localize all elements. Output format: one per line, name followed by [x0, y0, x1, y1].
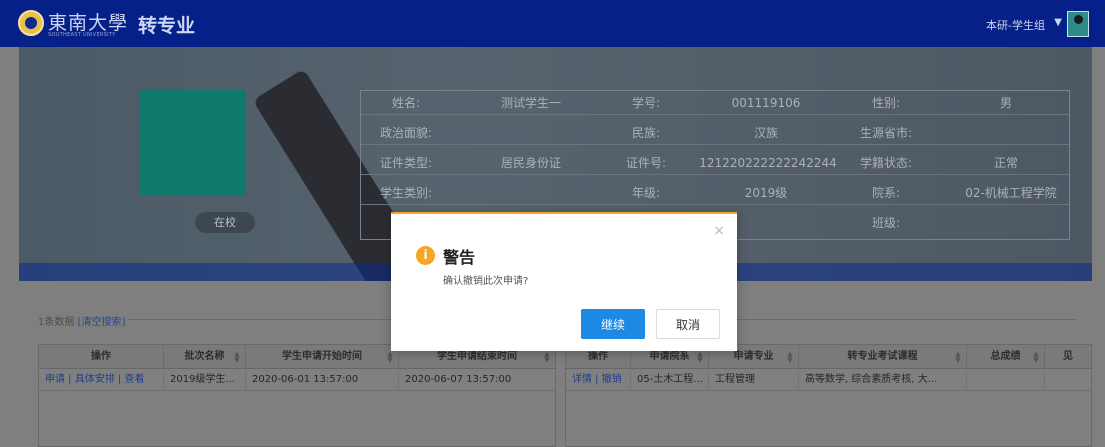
column-label: 学生申请结束时间	[437, 351, 517, 362]
value-name: 测试学生一	[500, 96, 561, 110]
label-ethnicity: 民族:	[631, 126, 661, 140]
label-name: 姓名:	[391, 96, 421, 110]
cell-batch: 2019级学生...	[164, 370, 246, 390]
column-label: 转专业考试课程	[847, 351, 918, 362]
cell-major: 工程管理	[709, 370, 799, 390]
row-divider	[566, 390, 1091, 391]
sort-icon[interactable]: ▲ ▼	[1033, 351, 1039, 364]
column-header-batch[interactable]: 批次名称 ▲ ▼	[164, 345, 246, 369]
row-actions[interactable]: 申请 | 具体安排 | 查看	[39, 370, 164, 390]
cell-courses: 高等数学, 综合素质考核, 大...	[799, 370, 967, 390]
column-header-start-time[interactable]: 学生申请开始时间 ▲ ▼	[246, 345, 399, 369]
label-origin: 生源省市:	[859, 126, 913, 140]
label-id-type: 证件类型:	[379, 156, 433, 170]
label-id-no: 证件号:	[625, 156, 667, 170]
info-row: 证件类型: 居民身份证 证件号: 121220222222242244 学籍状态…	[361, 151, 1069, 175]
cell-start-time: 2020-06-01 13:57:00	[246, 370, 399, 390]
column-label: 总成绩	[990, 351, 1021, 362]
value-enroll-status: 正常	[993, 156, 1018, 170]
value-origin	[951, 121, 1061, 145]
app-title: 转专业	[138, 15, 196, 37]
column-label: 申请院系	[649, 351, 690, 362]
column-header-score[interactable]: 总成绩 ▲ ▼	[967, 345, 1045, 369]
column-label: 批次名称	[184, 351, 225, 362]
label-enroll-status: 学籍状态:	[859, 156, 913, 170]
user-role-dropdown[interactable]: 本研-学生组	[986, 17, 1045, 33]
student-photo	[140, 90, 246, 196]
info-row: 学生类别: 年级: 2019级 院系: 02-机械工程学院	[361, 181, 1069, 205]
dialog-message: 确认撤销此次申请?	[443, 276, 529, 287]
value-student-type	[471, 181, 591, 205]
cell-score	[967, 370, 1045, 390]
batch-table: 操作 批次名称 ▲ ▼ 学生申请开始时间 ▲ ▼ 学生申请结束时间 ▲ ▼ 申请 | 具体安…	[38, 344, 556, 447]
caret-down-icon[interactable]: ▼	[1054, 17, 1062, 28]
value-department: 02-机械工程学院	[965, 186, 1057, 200]
label-department: 院系:	[871, 186, 901, 200]
close-icon[interactable]: ×	[713, 223, 725, 239]
dialog-title: 警告	[443, 248, 476, 267]
value-student-no: 001119106	[731, 96, 801, 110]
label-politics: 政治面貌:	[379, 126, 433, 140]
cell-dept: 05-土木工程...	[631, 370, 709, 390]
value-grade: 2019级	[744, 186, 788, 200]
application-table: 操作 申请院系 ▲ ▼ 申请专业 ▲ ▼ 转专业考试课程 ▲ ▼ 总成绩 ▲ ▼ 见 详情 | …	[565, 344, 1092, 447]
value-class	[951, 211, 1061, 235]
sort-icon[interactable]: ▲ ▼	[387, 351, 393, 364]
info-row: 政治面貌: 民族: 汉族 生源省市:	[361, 121, 1069, 145]
school-name: 東南大學	[48, 12, 129, 34]
school-name-en: SOUTHEAST UNIVERSITY	[48, 32, 116, 38]
info-row: 姓名: 测试学生一 学号: 001119106 性别: 男	[361, 91, 1069, 115]
sort-icon[interactable]: ▲ ▼	[697, 351, 703, 364]
label-gender: 性别:	[871, 96, 901, 110]
column-label: 申请专业	[733, 351, 774, 362]
value-id-no: 121220222222242244	[699, 156, 837, 170]
cancel-button[interactable]: 取消	[656, 309, 720, 339]
university-emblem-icon	[18, 10, 44, 36]
continue-button[interactable]: 继续	[581, 309, 645, 339]
sort-icon[interactable]: ▲ ▼	[544, 351, 550, 364]
label-grade: 年级:	[631, 186, 661, 200]
top-bar: 東南大學 SOUTHEAST UNIVERSITY 转专业 本研-学生组 ▼	[0, 0, 1105, 47]
value-id-type: 居民身份证	[500, 156, 561, 170]
sort-icon[interactable]: ▲ ▼	[955, 351, 961, 364]
column-header-courses[interactable]: 转专业考试课程 ▲ ▼	[799, 345, 967, 369]
warning-icon: i	[416, 246, 435, 265]
column-label: 学生申请开始时间	[282, 351, 362, 362]
label-student-no: 学号:	[631, 96, 661, 110]
sort-icon[interactable]: ▲ ▼	[234, 351, 240, 364]
row-divider	[39, 390, 555, 391]
label-student-type: 学生类别:	[379, 186, 433, 200]
value-ethnicity: 汉族	[753, 126, 778, 140]
clear-search-link[interactable]: [清空搜索]	[78, 317, 126, 328]
column-header-extra: 见	[1063, 351, 1073, 362]
sort-icon[interactable]: ▲ ▼	[787, 351, 793, 364]
warning-dialog: × i 警告 确认撤销此次申请? 继续 取消	[391, 212, 737, 351]
status-badge: 在校	[195, 212, 255, 233]
count-text: 1条数据	[38, 317, 75, 328]
value-politics	[471, 121, 591, 145]
cell-end-time: 2020-06-07 13:57:00	[405, 374, 512, 385]
label-class: 班级:	[871, 216, 901, 230]
column-header-actions: 操作	[39, 345, 164, 369]
result-count: 1条数据 [清空搜索]	[38, 313, 125, 328]
value-gender: 男	[999, 96, 1012, 110]
row-actions[interactable]: 详情 | 撤销	[566, 370, 631, 390]
divider	[733, 319, 1076, 320]
avatar[interactable]	[1067, 11, 1089, 37]
